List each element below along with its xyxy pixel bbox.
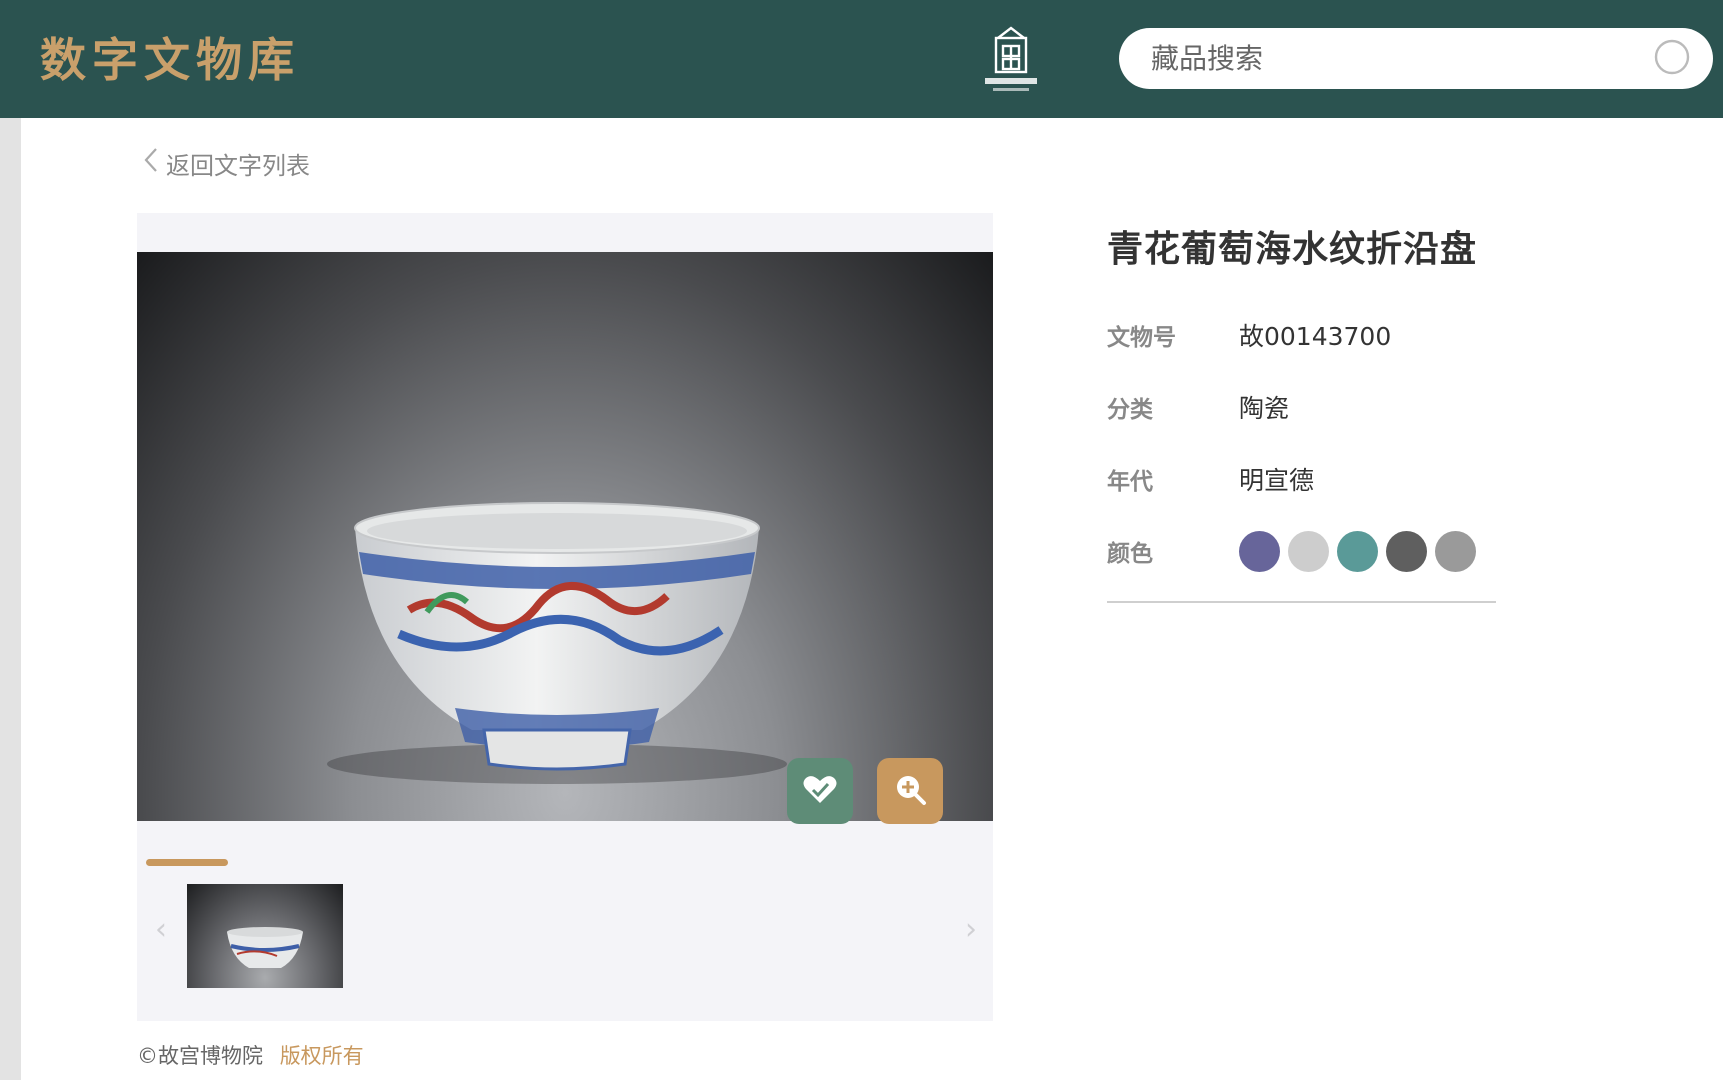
attr-row-era: 年代 明宣德 [1107, 459, 1314, 499]
attr-label-category: 分类 [1107, 397, 1153, 423]
color-swatch-4[interactable] [1435, 530, 1476, 572]
artifact-detail-panel: 青花葡萄海水纹折沿盘 文物号 故00143700 分类 陶瓷 年代 明宣德 颜色 [1107, 220, 1497, 603]
artifact-main-image[interactable] [137, 252, 993, 821]
color-swatches [1239, 530, 1476, 572]
rights-link[interactable]: 版权所有 [280, 1044, 364, 1068]
attr-label-era: 年代 [1107, 469, 1153, 495]
attr-row-color: 颜色 [1107, 530, 1476, 572]
zoom-in-icon [893, 772, 927, 810]
attr-value-era: 明宣德 [1239, 466, 1315, 495]
porcelain-bowl-illustration [327, 502, 787, 784]
attr-row-id: 文物号 故00143700 [1107, 315, 1391, 355]
museum-logo[interactable] [976, 24, 1046, 96]
search-input[interactable] [1151, 38, 1631, 78]
back-to-list-link[interactable]: 返回文字列表 [142, 146, 310, 180]
thumbnail-image[interactable] [187, 884, 343, 988]
search-icon[interactable] [1653, 38, 1693, 78]
copyright-owner: ©故宫博物院 [137, 1044, 263, 1068]
image-gallery: ‹ › [137, 213, 993, 1021]
left-scroll-strip [0, 118, 21, 1080]
search-box [1119, 28, 1713, 89]
attr-value-id: 故00143700 [1239, 322, 1392, 351]
copyright-notice: ©故宫博物院 版权所有 [137, 1040, 364, 1070]
artifact-title: 青花葡萄海水纹折沿盘 [1107, 229, 1478, 270]
color-swatch-2[interactable] [1337, 530, 1378, 572]
attr-label-color: 颜色 [1107, 541, 1153, 567]
heart-icon [802, 773, 838, 809]
gallery-progress-bar [146, 859, 228, 866]
favorite-button[interactable] [787, 758, 853, 824]
site-brand[interactable]: 数字文物库 [40, 24, 300, 90]
color-swatch-3[interactable] [1386, 530, 1427, 572]
attr-row-category: 分类 陶瓷 [1107, 387, 1289, 427]
back-link-label: 返回文字列表 [166, 151, 310, 180]
color-swatch-0[interactable] [1239, 530, 1280, 572]
chevron-left-icon [142, 146, 160, 180]
thumbnail-bowl-illustration [227, 927, 303, 968]
attr-value-category: 陶瓷 [1239, 394, 1290, 423]
zoom-in-button[interactable] [877, 758, 943, 824]
thumbnail-next-arrow[interactable]: › [959, 913, 983, 947]
thumbnail-prev-arrow[interactable]: ‹ [149, 913, 173, 947]
attr-label-id: 文物号 [1107, 325, 1176, 351]
detail-divider [1107, 601, 1496, 603]
color-swatch-1[interactable] [1288, 530, 1329, 572]
top-header: 数字文物库 [0, 0, 1723, 118]
